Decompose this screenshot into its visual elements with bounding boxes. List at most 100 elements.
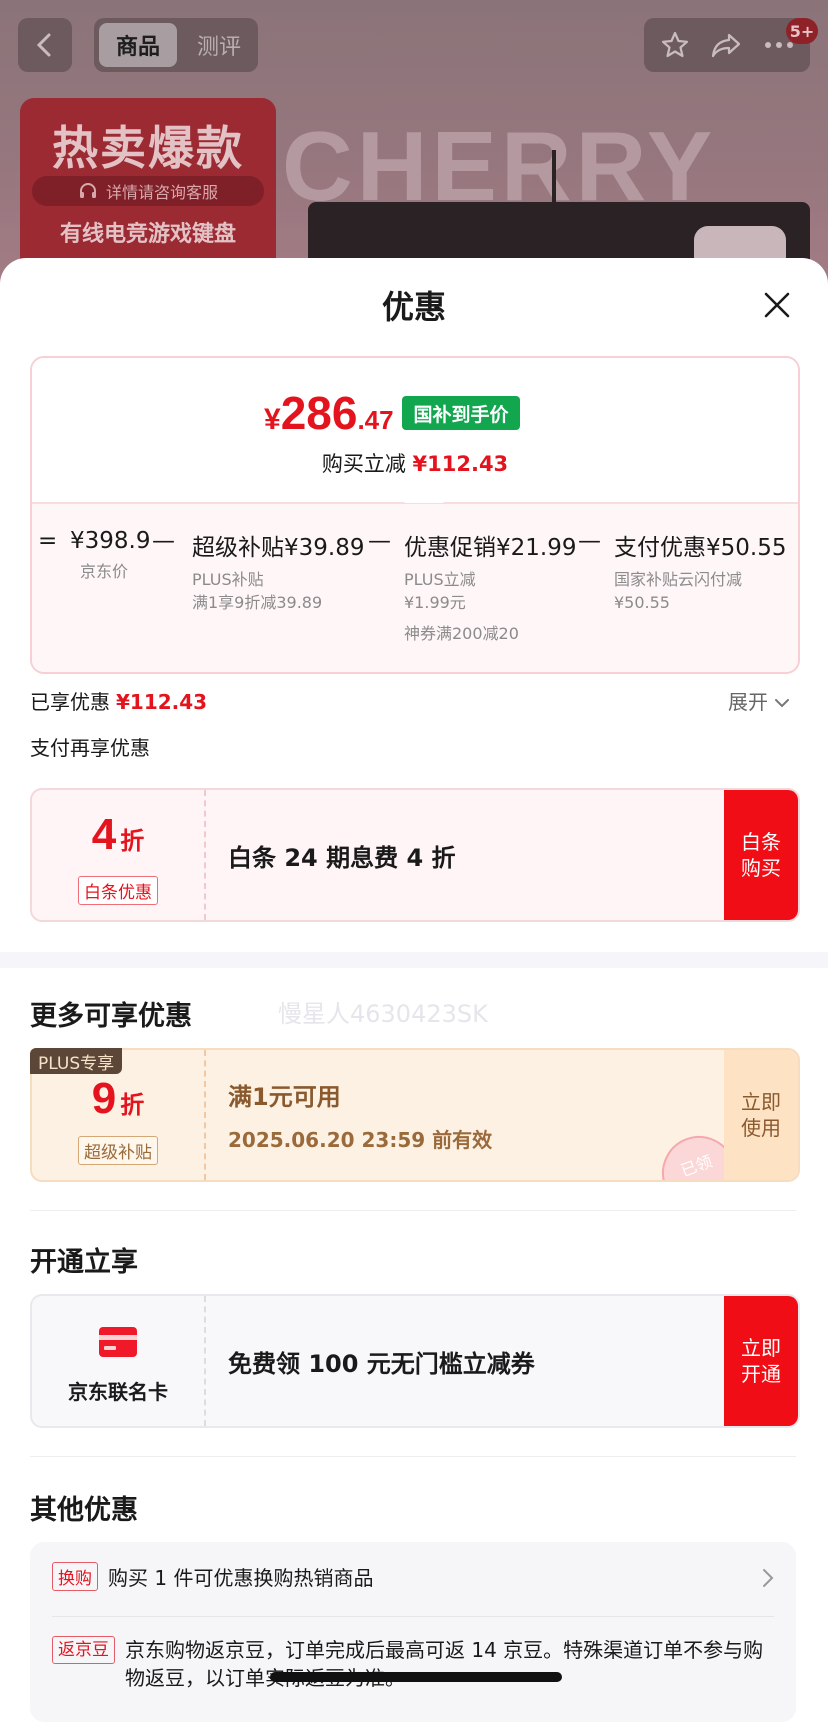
coupon-body: 免费领 100 元无门槛立减券 bbox=[228, 1296, 535, 1426]
other-discounts-list: 换购 购买 1 件可优惠换购热销商品 返京豆 京东购物返京豆，订单完成后最高可返… bbox=[30, 1542, 796, 1722]
expand-label: 展开 bbox=[728, 690, 768, 714]
price-decimal: .47 bbox=[357, 405, 394, 435]
chevron-left-icon bbox=[36, 33, 51, 57]
headset-icon bbox=[79, 183, 96, 198]
use-now-button[interactable]: 立即 使用 bbox=[724, 1050, 798, 1180]
top-tools bbox=[644, 18, 810, 72]
calc-jd-price: ¥398.9 京东价 bbox=[70, 528, 150, 583]
plus-exclusive-badge: PLUS专享 bbox=[30, 1048, 123, 1074]
page-tab-switch: 商品 测评 bbox=[94, 18, 258, 72]
close-icon bbox=[764, 292, 790, 318]
list-item-text: 京东购物返京豆，订单完成后最高可返 14 京豆。特殊渠道订单不参与购物返豆，以订… bbox=[125, 1638, 764, 1690]
enjoyed-value: ¥112.43 bbox=[116, 690, 208, 714]
coupon-desc: 白条 24 期息费 4 折 bbox=[228, 843, 456, 872]
exchange-tag: 换购 bbox=[52, 1562, 98, 1591]
price-breakdown-card: ¥286.47 国补到手价 购买立减 ¥112.43 = ¥398.9 京东价 … bbox=[30, 356, 800, 674]
divider-line bbox=[30, 1456, 796, 1457]
plus-coupon: 9折 超级补贴 满1元可用 2025.06.20 23:59 前有效 已领 立即… bbox=[30, 1048, 800, 1182]
calc-main: 支付优惠¥50.55 bbox=[614, 535, 787, 561]
calc-sub-line: ¥1.99元 bbox=[404, 593, 466, 612]
calc-sub: PLUS补贴 满1享9折减39.89 bbox=[192, 568, 364, 614]
discount-value: 9折 bbox=[32, 1074, 204, 1124]
user-watermark: 慢星人4630423SK bbox=[278, 1000, 488, 1028]
coupon-condition: 满1元可用 bbox=[228, 1083, 341, 1111]
more-icon[interactable] bbox=[764, 40, 794, 50]
pay-more-label: 支付再享优惠 bbox=[30, 736, 150, 760]
operator-equals: = bbox=[38, 528, 58, 554]
promo-pill: 详情请咨询客服 bbox=[32, 176, 264, 206]
baitiao-coupon: 4折 白条优惠 白条 24 期息费 4 折 白条 购买 bbox=[30, 788, 800, 922]
reduction-value: ¥112.43 bbox=[412, 452, 509, 476]
discount-sheet: 优惠 ¥286.47 国补到手价 购买立减 ¥112.43 = ¥398.9 京… bbox=[0, 258, 828, 1722]
reduction-label: 购买立减 bbox=[321, 452, 406, 476]
baitiao-tag: 白条优惠 bbox=[78, 876, 158, 905]
star-icon[interactable] bbox=[660, 30, 690, 60]
calc-sub: 国家补贴云闪付减 ¥50.55 bbox=[614, 568, 786, 614]
calc-sub-line: PLUS补贴 bbox=[192, 570, 264, 589]
card-offer-desc: 免费领 100 元无门槛立减券 bbox=[228, 1349, 535, 1378]
notification-badge: 5+ bbox=[786, 18, 818, 44]
national-subsidy-tag: 国补到手价 bbox=[402, 396, 520, 430]
product-page-background: 商品 测评 5+ 热卖爆款 详情请咨询客服 有线电竞游戏键盘 CHERRY bbox=[0, 0, 828, 300]
coupon-left: 京东联名卡 bbox=[32, 1296, 204, 1426]
coupon-divider bbox=[204, 1050, 206, 1180]
coupon-body: 满1元可用 2025.06.20 23:59 前有效 bbox=[228, 1050, 492, 1180]
tab-product[interactable]: 商品 bbox=[99, 23, 177, 67]
price-summary: ¥286.47 国补到手价 购买立减 ¥112.43 bbox=[32, 358, 798, 502]
baitiao-buy-button[interactable]: 白条 购买 bbox=[724, 790, 798, 920]
list-item-exchange[interactable]: 换购 购买 1 件可优惠换购热销商品 bbox=[52, 1562, 752, 1591]
calc-sub: 京东价 bbox=[80, 562, 129, 581]
operator-minus: — bbox=[152, 528, 175, 554]
expand-toggle[interactable]: 展开 bbox=[728, 686, 790, 715]
operator-minus: — bbox=[368, 528, 391, 554]
other-discounts-title: 其他优惠 bbox=[30, 1495, 138, 1526]
coupon-left: 4折 白条优惠 bbox=[32, 790, 204, 920]
promo-title: 热卖爆款 bbox=[52, 121, 244, 175]
list-item-text: 购买 1 件可优惠换购热销商品 bbox=[108, 1566, 374, 1590]
chevron-right-icon[interactable] bbox=[762, 1568, 774, 1588]
super-subsidy-tag: 超级补贴 bbox=[78, 1136, 158, 1165]
coupon-divider bbox=[204, 790, 206, 920]
more-discounts-title: 更多可享优惠 bbox=[30, 1001, 192, 1032]
tab-review[interactable]: 测评 bbox=[184, 23, 254, 67]
calc-sub-line: ¥50.55 bbox=[614, 593, 670, 612]
calc-sub-line: 满1享9折减39.89 bbox=[192, 593, 323, 612]
card-offer: 京东联名卡 免费领 100 元无门槛立减券 立即 开通 bbox=[30, 1294, 800, 1428]
back-button[interactable] bbox=[18, 18, 72, 72]
calc-sub-line: 神券满200减20 bbox=[404, 624, 519, 643]
instant-reduction: 购买立减 ¥112.43 bbox=[32, 448, 798, 478]
calc-payment-discount: 支付优惠¥50.55 国家补贴云闪付减 ¥50.55 bbox=[614, 528, 786, 614]
coupon-expiry: 2025.06.20 23:59 前有效 bbox=[228, 1128, 493, 1152]
price-currency: ¥ bbox=[264, 403, 281, 436]
card-notch bbox=[404, 490, 444, 503]
coupon-body: 白条 24 期息费 4 折 bbox=[228, 790, 456, 920]
final-price: ¥286.47 bbox=[264, 386, 394, 440]
credit-card-icon bbox=[99, 1327, 137, 1357]
close-button[interactable] bbox=[758, 286, 796, 324]
jd-beans-tag: 返京豆 bbox=[52, 1636, 115, 1664]
section-separator bbox=[0, 952, 828, 968]
promo-subtitle: 有线电竞游戏键盘 bbox=[59, 222, 236, 247]
calc-sub-line: 国家补贴云闪付减 bbox=[614, 570, 743, 589]
share-icon[interactable] bbox=[710, 30, 742, 60]
discount-number: 9 bbox=[91, 1074, 117, 1123]
card-name: 京东联名卡 bbox=[68, 1380, 168, 1404]
discount-unit: 折 bbox=[120, 1091, 145, 1119]
open-now-button[interactable]: 立即 开通 bbox=[724, 1296, 798, 1426]
enjoyed-discount: 已享优惠 ¥112.43 bbox=[30, 686, 207, 715]
calc-main: 超级补贴¥39.89 bbox=[192, 535, 365, 561]
chevron-down-icon bbox=[775, 699, 790, 708]
list-item-jd-beans: 返京豆 京东购物返京豆，订单完成后最高可返 14 京豆。特殊渠道订单不参与购物返… bbox=[52, 1636, 774, 1692]
keyboard-cable bbox=[552, 150, 556, 205]
discount-value: 4折 bbox=[32, 810, 204, 860]
operator-minus: — bbox=[578, 528, 601, 554]
price-integer: 286 bbox=[280, 387, 358, 439]
calc-main: ¥398.9 bbox=[70, 528, 151, 554]
open-benefit-title: 开通立享 bbox=[30, 1247, 138, 1278]
discount-unit: 折 bbox=[120, 827, 145, 855]
calc-super-subsidy: 超级补贴¥39.89 PLUS补贴 满1享9折减39.89 bbox=[192, 528, 364, 614]
calc-sub: PLUS立减 ¥1.99元 神券满200减20 bbox=[404, 568, 576, 645]
sheet-title: 优惠 bbox=[381, 288, 446, 326]
enjoyed-label: 已享优惠 bbox=[30, 690, 110, 714]
discount-number: 4 bbox=[91, 810, 117, 859]
